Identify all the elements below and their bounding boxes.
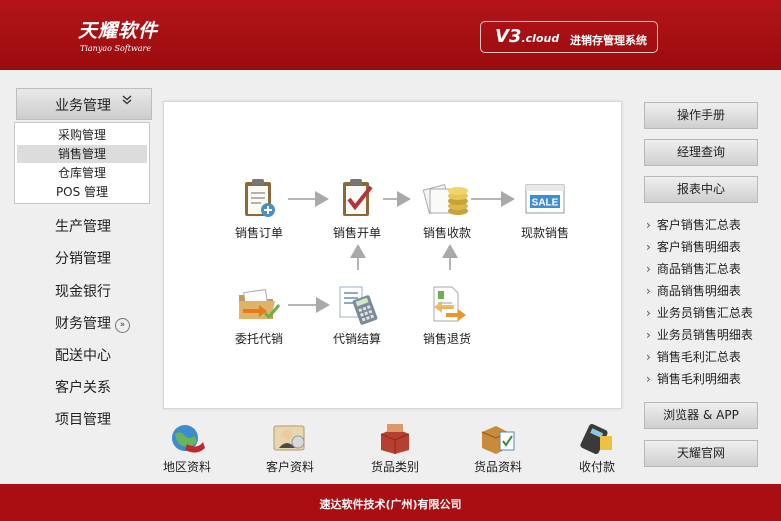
manager-query-button[interactable]: 经理查询	[644, 139, 758, 166]
nav-item-finance[interactable]: 财务管理 »	[55, 313, 130, 333]
flow-sales-receipt[interactable]: 销售收款	[407, 177, 487, 241]
customer-card-icon	[273, 425, 305, 451]
flow-arrows	[288, 191, 515, 313]
sales-flow-panel: 销售订单 销售开单 销售收款 SALE 现款销售 委托代销 代销结算 销售退货	[163, 101, 622, 409]
report-link[interactable]: › 商品销售明细表	[646, 282, 741, 299]
logo-english: Tianyao Software	[80, 44, 152, 53]
flow-sales-receipt-label: 销售收款	[422, 226, 471, 240]
brand-logo: 天耀软件 Tianyao Software	[78, 16, 158, 53]
flow-sales-return-label: 销售退货	[422, 332, 471, 346]
calculator-document-icon	[339, 286, 378, 325]
flow-sales-invoice-label: 销售开单	[332, 226, 381, 240]
flow-consign-sale-label: 委托代销	[234, 332, 283, 346]
chevron-right-icon: ›	[646, 218, 651, 232]
globe-arrow-icon	[172, 425, 205, 453]
business-menu-label: 业务管理	[55, 98, 111, 114]
chevron-right-icon: ›	[646, 284, 651, 298]
report-link[interactable]: › 销售毛利汇总表	[646, 348, 741, 365]
report-link[interactable]: › 客户销售明细表	[646, 238, 741, 255]
flow-sales-order-label: 销售订单	[234, 226, 283, 240]
box-check-icon	[481, 426, 515, 454]
boxes-icon	[380, 424, 410, 454]
app-header: 天耀软件 Tianyao Software V3.cloud 进销存管理系统	[0, 0, 781, 70]
nav-item-crm[interactable]: 客户关系	[55, 377, 111, 397]
flow-cash-sale-label: 现款销售	[520, 226, 569, 240]
sale-badge-text: SALE	[532, 198, 559, 209]
shortcut-region[interactable]: 地区资料	[146, 420, 228, 475]
shortcut-customer-label: 客户资料	[265, 460, 314, 474]
flow-sales-invoice[interactable]: 销售开单	[317, 177, 397, 241]
folder-arrow-icon	[239, 289, 281, 320]
flow-sales-return[interactable]: 销售退货	[407, 283, 487, 347]
chevron-right-icon: ›	[646, 306, 651, 320]
chevron-right-icon: ›	[646, 372, 651, 386]
flow-cash-sale[interactable]: SALE 现款销售	[505, 177, 585, 241]
nav-item-distribution[interactable]: 分销管理	[55, 248, 111, 268]
version-badge: V3.cloud 进销存管理系统	[480, 21, 658, 53]
shortcut-goods-label: 货品资料	[473, 460, 522, 474]
submenu-item-purchase[interactable]: 采购管理	[17, 126, 147, 144]
shortcut-payment[interactable]: 收付款	[560, 420, 622, 475]
return-document-icon	[433, 286, 466, 322]
chevron-right-icon: ›	[646, 240, 651, 254]
expand-circle-icon[interactable]: »	[115, 318, 130, 333]
company-name: 速达软件技术(广州)有限公司	[319, 498, 462, 511]
chevron-right-icon: ›	[646, 350, 651, 364]
shortcut-customer[interactable]: 客户资料	[249, 420, 331, 475]
shortcut-goods[interactable]: 货品资料	[457, 420, 539, 475]
official-site-button[interactable]: 天耀官网	[644, 440, 758, 467]
logo-chinese: 天耀软件	[78, 20, 159, 42]
submenu-item-warehouse[interactable]: 仓库管理	[17, 164, 147, 182]
browser-app-button[interactable]: 浏览器 & APP	[644, 402, 758, 429]
nav-item-production[interactable]: 生产管理	[55, 216, 111, 236]
report-link[interactable]: › 客户销售汇总表	[646, 216, 741, 233]
chevron-right-icon: ›	[646, 262, 651, 276]
nav-item-cash-bank[interactable]: 现金银行	[55, 281, 111, 301]
business-menu-button[interactable]: 业务管理	[16, 88, 152, 120]
flow-consign-settle-label: 代销结算	[332, 332, 381, 346]
business-submenu: 采购管理 销售管理 仓库管理 POS 管理	[14, 122, 150, 204]
report-link[interactable]: › 销售毛利明细表	[646, 370, 741, 387]
card-terminal-icon	[580, 423, 612, 455]
chevron-right-icon: ›	[646, 328, 651, 342]
system-name: 进销存管理系统	[570, 34, 647, 47]
coins-documents-icon	[422, 183, 468, 215]
shortcut-goods-category[interactable]: 货品类别	[354, 420, 436, 475]
nav-item-projects[interactable]: 项目管理	[55, 409, 111, 429]
version-label: V3.cloud	[495, 26, 560, 47]
report-link[interactable]: › 商品销售汇总表	[646, 260, 741, 277]
report-center-button[interactable]: 报表中心	[644, 176, 758, 203]
submenu-item-sales[interactable]: 销售管理	[17, 145, 147, 163]
app-footer: 速达软件技术(广州)有限公司	[0, 484, 781, 521]
flow-consign-sale[interactable]: 委托代销	[219, 283, 299, 347]
clipboard-check-icon	[343, 179, 373, 216]
shortcut-region-label: 地区资料	[162, 460, 211, 474]
shortcut-payment-label: 收付款	[579, 460, 616, 474]
nav-item-finance-label: 财务管理	[55, 316, 111, 332]
report-link[interactable]: › 业务员销售明细表	[646, 326, 753, 343]
shortcut-goods-category-label: 货品类别	[370, 460, 419, 474]
clipboard-add-icon	[245, 179, 275, 217]
flow-sales-order[interactable]: 销售订单	[219, 177, 299, 241]
report-link[interactable]: › 业务员销售汇总表	[646, 304, 753, 321]
double-chevron-down-icon	[122, 94, 132, 108]
submenu-item-pos[interactable]: POS 管理	[17, 183, 147, 201]
sale-tag-icon: SALE	[525, 184, 565, 214]
nav-item-delivery[interactable]: 配送中心	[55, 345, 111, 365]
flow-consign-settle[interactable]: 代销结算	[317, 283, 397, 347]
manual-button[interactable]: 操作手册	[644, 102, 758, 129]
